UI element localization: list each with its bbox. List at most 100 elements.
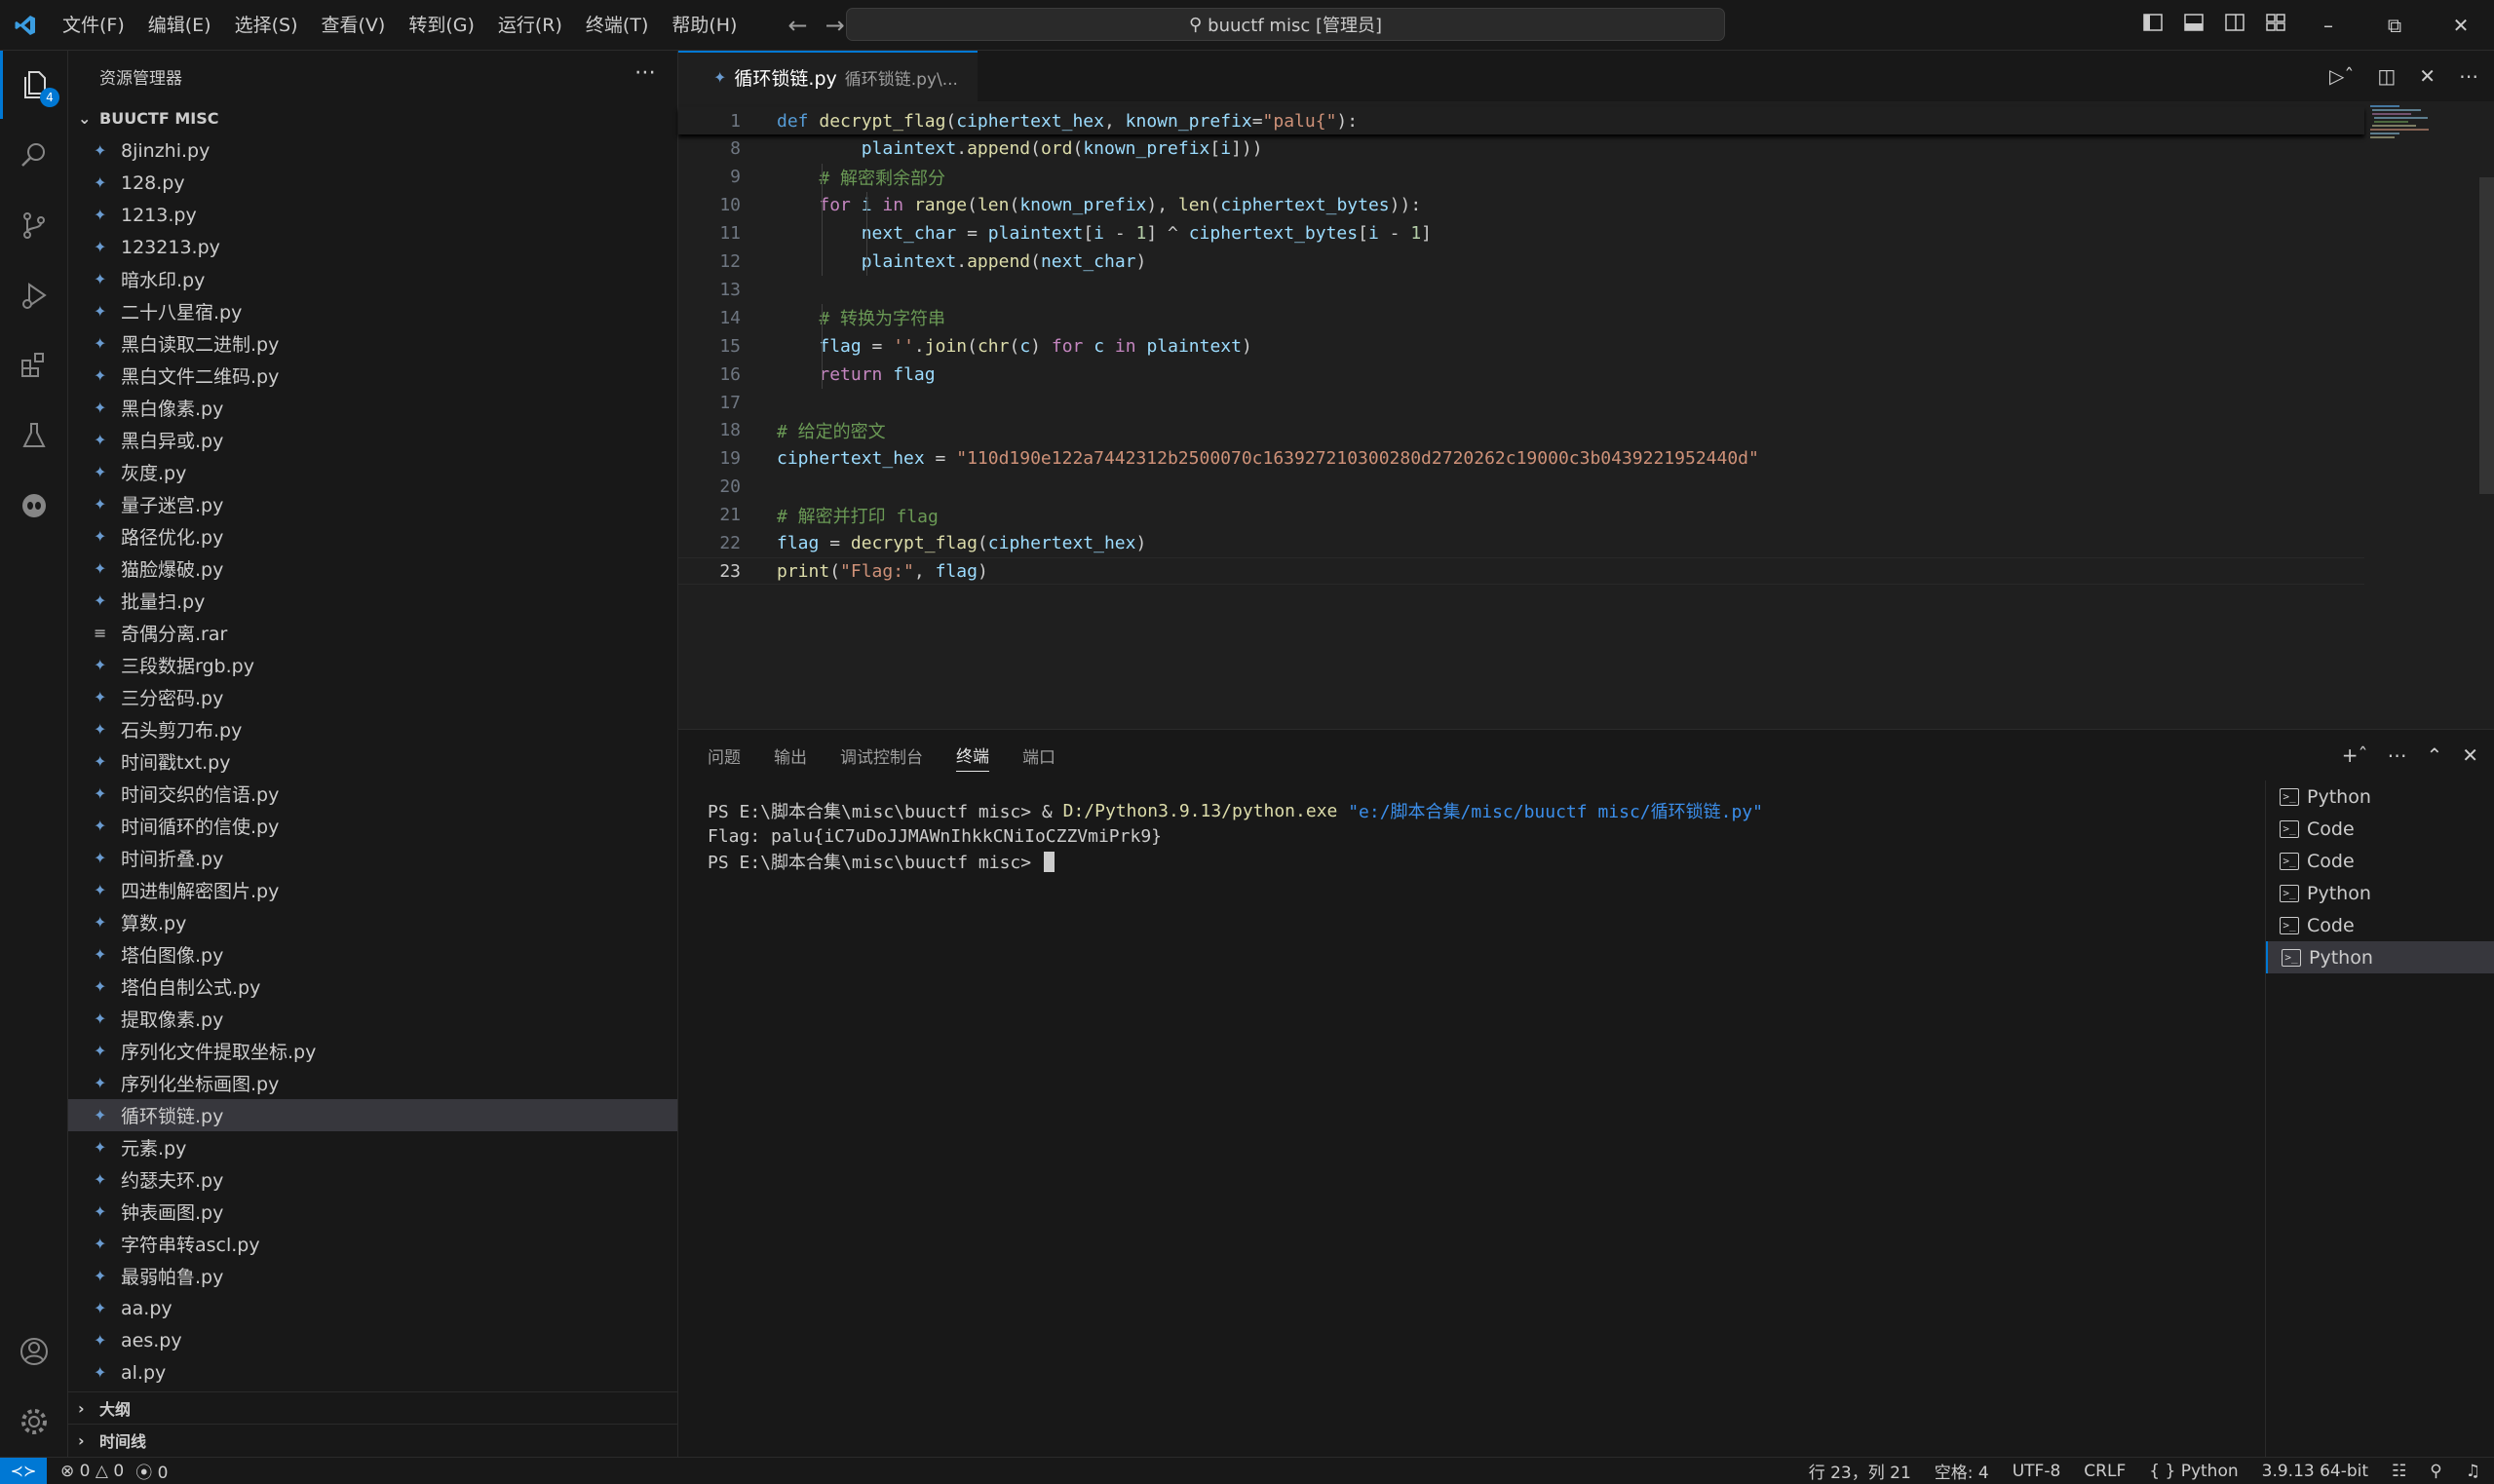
file-item[interactable]: ✦ 1213.py [68, 199, 677, 231]
menu-selection[interactable]: 选择(S) [223, 0, 310, 51]
file-item[interactable]: ✦ 塔伯自制公式.py [68, 970, 677, 1003]
file-item[interactable]: ✦ 钟表画图.py [68, 1196, 677, 1228]
restore-icon[interactable]: ⧉ [2361, 0, 2428, 51]
terminal-output[interactable]: PS E:\脚本合集\misc\buuctf misc> & D:/Python… [708, 798, 1763, 874]
more-actions-icon[interactable]: ⋯ [2387, 743, 2406, 767]
file-item[interactable]: ✦ 批量扫.py [68, 585, 677, 617]
forward-arrow-icon[interactable]: → [825, 12, 845, 39]
tab-problems[interactable]: 问题 [708, 743, 741, 768]
file-item[interactable]: ✦ 四进制解密图片.py [68, 874, 677, 906]
menu-terminal[interactable]: 终端(T) [574, 0, 660, 51]
more-actions-icon[interactable]: ⋯ [634, 60, 656, 85]
file-item[interactable]: ✦ 最弱帕鲁.py [68, 1260, 677, 1292]
encoding[interactable]: UTF-8 [2013, 1462, 2061, 1481]
code-line[interactable]: 21 # 解密并打印 flag [678, 502, 2364, 529]
tab-active-file[interactable]: ✦ 循环锁链.py 循环锁链.py\... [678, 51, 978, 101]
extensions-activity[interactable] [0, 331, 68, 400]
file-item[interactable]: ✦ 黑白读取二进制.py [68, 327, 677, 360]
code-area[interactable]: 1 def decrypt_flag(ciphertext_hex, known_… [678, 101, 2494, 728]
file-item[interactable]: ✦ al.py [68, 1356, 677, 1389]
file-item[interactable]: ✦ 二十八星宿.py [68, 295, 677, 327]
tab-terminal[interactable]: 终端 [956, 742, 989, 772]
file-item[interactable]: ✦ 暗水印.py [68, 263, 677, 295]
file-item[interactable]: ✦ aes.py [68, 1324, 677, 1356]
notifications-bell-icon[interactable]: ♫ [2466, 1462, 2480, 1481]
toggle-secondary-sidebar-icon[interactable] [2224, 12, 2245, 33]
toggle-panel-icon[interactable] [2183, 12, 2205, 33]
end-of-line[interactable]: CRLF [2084, 1462, 2126, 1481]
problems-status[interactable]: ⊗ 0 △ 0 [60, 1462, 124, 1481]
code-line[interactable]: 16 return flag [678, 361, 2364, 388]
file-item[interactable]: ✦ 黑白异或.py [68, 424, 677, 456]
file-item[interactable]: ✦ 猫脸爆破.py [68, 552, 677, 585]
file-item[interactable]: ✦ 提取像素.py [68, 1003, 677, 1035]
file-item[interactable]: ✦ 元素.py [68, 1131, 677, 1163]
outline-section[interactable]: › 大纲 [68, 1391, 677, 1424]
file-item[interactable]: ✦ 123213.py [68, 231, 677, 263]
menu-go[interactable]: 转到(G) [397, 0, 486, 51]
code-line[interactable]: 13 [678, 276, 2364, 303]
file-item[interactable]: ✦ 字符串转ascl.py [68, 1228, 677, 1260]
file-item[interactable]: ✦ 时间交织的信语.py [68, 778, 677, 810]
code-line[interactable]: 18 # 给定的密文 [678, 417, 2364, 444]
ports-status[interactable]: ⦿ 0 [135, 1459, 168, 1483]
sticky-scroll-line[interactable]: 1 def decrypt_flag(ciphertext_hex, known_… [678, 107, 2364, 134]
cursor-position[interactable]: 行 23，列 21 [1809, 1459, 1911, 1483]
terminal-instance[interactable]: >_ Code [2266, 909, 2494, 941]
editor-scrollbar[interactable] [2479, 177, 2494, 494]
code-line[interactable]: 14 # 转换为字符串 [678, 304, 2364, 331]
code-line[interactable]: 17 [678, 389, 2364, 416]
menu-help[interactable]: 帮助(H) [660, 0, 748, 51]
code-line[interactable]: 10 for i in range(len(known_prefix), len… [678, 192, 2364, 219]
file-item[interactable]: ✦ 黑白像素.py [68, 392, 677, 424]
minimap[interactable] [2364, 101, 2494, 728]
terminal-instance[interactable]: >_ Code [2266, 845, 2494, 877]
file-item[interactable]: ✦ 灰度.py [68, 456, 677, 488]
file-item[interactable]: ≡ 奇偶分离.rar [68, 617, 677, 649]
menu-file[interactable]: 文件(F) [51, 0, 136, 51]
search-activity[interactable] [0, 121, 68, 189]
toggle-primary-sidebar-icon[interactable] [2142, 12, 2164, 33]
code-line[interactable]: 8 plaintext.append(ord(known_prefix[i])) [678, 135, 2364, 163]
back-arrow-icon[interactable]: ← [787, 12, 807, 39]
terminal-instance[interactable]: >_ Python [2266, 780, 2494, 813]
file-item[interactable]: ✦ 时间循环的信使.py [68, 810, 677, 842]
file-item[interactable]: ✦ 序列化坐标画图.py [68, 1067, 677, 1099]
file-item[interactable]: ✦ 时间折叠.py [68, 842, 677, 874]
manage-activity[interactable] [0, 1388, 68, 1456]
code-line[interactable]: 9 # 解密剩余部分 [678, 164, 2364, 191]
close-window-icon[interactable]: ✕ [2428, 0, 2494, 51]
file-item[interactable]: ✦ 序列化文件提取坐标.py [68, 1035, 677, 1067]
file-item[interactable]: ✦ 路径优化.py [68, 520, 677, 552]
split-editor-icon[interactable]: ◫ [2377, 64, 2396, 88]
file-item[interactable]: ✦ 量子迷宫.py [68, 488, 677, 520]
remote-explorer-activity[interactable] [0, 472, 68, 540]
menu-run[interactable]: 运行(R) [486, 0, 574, 51]
file-item[interactable]: ✦ aa.py [68, 1292, 677, 1324]
terminal-instance[interactable]: >_ Python [2266, 877, 2494, 909]
explorer-activity[interactable]: 4 [0, 51, 68, 119]
menu-view[interactable]: 查看(V) [310, 0, 398, 51]
tab-debug-console[interactable]: 调试控制台 [840, 743, 923, 768]
close-editors-icon[interactable]: ✕ [2419, 64, 2436, 88]
menu-edit[interactable]: 编辑(E) [136, 0, 223, 51]
file-item[interactable]: ✦ 三段数据rgb.py [68, 649, 677, 681]
testing-activity[interactable] [0, 401, 68, 470]
file-item[interactable]: ✦ 塔伯图像.py [68, 938, 677, 970]
new-terminal-icon[interactable]: +ˆ [2342, 743, 2368, 767]
code-line[interactable]: 20 [678, 474, 2364, 501]
language-mode[interactable]: { } Python [2149, 1462, 2238, 1481]
copilot-status-icon[interactable]: ☷ [2392, 1462, 2406, 1481]
run-debug-activity[interactable] [0, 261, 68, 329]
close-panel-icon[interactable]: ✕ [2462, 743, 2478, 767]
file-item[interactable]: ✦ 三分密码.py [68, 681, 677, 713]
run-python-file-icon[interactable]: ▷ˆ [2329, 64, 2354, 88]
customize-layout-icon[interactable] [2265, 12, 2286, 33]
terminal-instance[interactable]: >_ Python [2266, 941, 2494, 973]
more-actions-icon[interactable]: ⋯ [2459, 64, 2478, 88]
terminal-instance[interactable]: >_ Code [2266, 813, 2494, 845]
code-line[interactable]: 12 plaintext.append(next_char) [678, 248, 2364, 276]
source-control-activity[interactable] [0, 191, 68, 259]
minimize-icon[interactable]: – [2295, 0, 2361, 51]
accounts-activity[interactable] [0, 1317, 68, 1386]
